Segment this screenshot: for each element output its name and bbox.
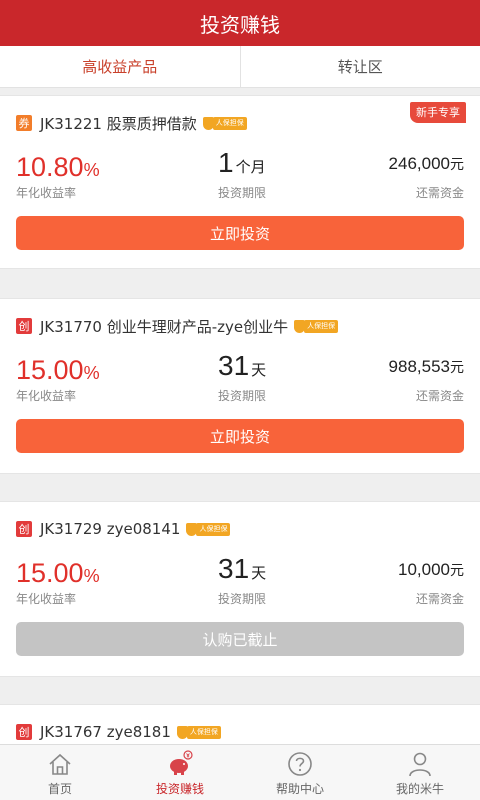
remaining-unit: 元 bbox=[450, 360, 464, 376]
home-icon bbox=[49, 753, 71, 775]
nav-label: 帮助中心 bbox=[275, 782, 324, 796]
remaining-label: 还需资金 bbox=[415, 389, 464, 403]
rate-label: 年化收益率 bbox=[16, 186, 77, 200]
product-title-row: 创 JK31770 创业牛理财产品-zye创业牛 人保担保 bbox=[16, 316, 339, 336]
term-value: 31 bbox=[218, 553, 250, 584]
user-icon bbox=[409, 752, 431, 777]
startup-tag-icon: 创 bbox=[16, 521, 32, 537]
startup-tag-icon: 创 bbox=[16, 318, 32, 334]
insurance-badge: 人保担保 bbox=[186, 522, 231, 536]
product-card[interactable]: 新手专享 券 JK31221 股票质押借款 人保担保 10.80% 年化收益率 … bbox=[0, 95, 480, 269]
coupon-tag-icon: 券 bbox=[16, 115, 32, 131]
invest-now-button[interactable]: 立即投资 bbox=[16, 216, 464, 250]
product-title-row: 券 JK31221 股票质押借款 人保担保 bbox=[16, 113, 247, 133]
annual-rate: 10.80% bbox=[16, 152, 100, 185]
remaining-label: 还需资金 bbox=[415, 186, 464, 200]
product-card[interactable]: 创 JK31767 zye8181 人保担保 bbox=[0, 704, 480, 744]
term-label: 投资期限 bbox=[218, 186, 267, 200]
insurance-label: 人保担保 bbox=[196, 522, 231, 536]
product-tabs: 高收益产品 转让区 bbox=[0, 46, 480, 88]
tab-transfer[interactable]: 转让区 bbox=[239, 46, 480, 87]
product-name: JK31767 zye8181 bbox=[40, 723, 171, 741]
term-value: 1 bbox=[218, 147, 234, 178]
product-name: JK31770 创业牛理财产品-zye创业牛 bbox=[40, 317, 289, 336]
product-name: JK31221 股票质押借款 bbox=[40, 114, 197, 133]
nav-label: 首页 bbox=[47, 782, 72, 796]
term-unit: 天 bbox=[251, 564, 267, 582]
annual-rate: 15.00% bbox=[16, 355, 100, 388]
product-list[interactable]: 新手专享 券 JK31221 股票质押借款 人保担保 10.80% 年化收益率 … bbox=[0, 88, 480, 744]
nav-label: 我的米牛 bbox=[395, 782, 444, 796]
nav-home[interactable]: 首页 bbox=[0, 745, 120, 800]
remaining-funds: 988,553元 bbox=[389, 357, 464, 377]
rate-label: 年化收益率 bbox=[16, 592, 77, 606]
rate-value: 15.00 bbox=[16, 355, 84, 385]
insurance-badge: 人保担保 bbox=[176, 725, 221, 739]
insurance-badge: 人保担保 bbox=[294, 319, 339, 333]
rate-label: 年化收益率 bbox=[16, 389, 77, 403]
piggy-bank-icon bbox=[170, 750, 193, 775]
remaining-unit: 元 bbox=[450, 563, 464, 579]
product-card[interactable]: 创 JK31729 zye08141 人保担保 15.00% 年化收益率 31 天… bbox=[0, 501, 480, 677]
app-header: 投资赚钱 bbox=[0, 0, 480, 46]
annual-rate: 15.00% bbox=[16, 558, 100, 591]
investment-term: 31 天 bbox=[218, 350, 266, 382]
term-unit: 个月 bbox=[235, 158, 266, 176]
page-title: 投资赚钱 bbox=[200, 12, 280, 37]
investment-term: 31 天 bbox=[218, 553, 266, 585]
insurance-label: 人保担保 bbox=[212, 116, 247, 130]
invest-now-button[interactable]: 立即投资 bbox=[16, 419, 464, 453]
term-label: 投资期限 bbox=[218, 389, 267, 403]
remaining-funds: 10,000元 bbox=[398, 560, 464, 580]
nav-label: 投资赚钱 bbox=[155, 782, 204, 796]
nav-profile[interactable]: 我的米牛 bbox=[360, 745, 480, 800]
newbie-badge: 新手专享 bbox=[410, 102, 466, 123]
rate-value: 10.80 bbox=[16, 152, 84, 182]
nav-invest[interactable]: 投资赚钱 bbox=[120, 745, 240, 800]
investment-term: 1 个月 bbox=[218, 147, 266, 179]
product-card[interactable]: 创 JK31770 创业牛理财产品-zye创业牛 人保担保 15.00% 年化收… bbox=[0, 298, 480, 474]
product-title-row: 创 JK31729 zye08141 人保担保 bbox=[16, 519, 231, 539]
rate-unit: % bbox=[83, 160, 100, 180]
bottom-navigation: 首页 投资赚钱 帮助中心 我的米牛 bbox=[0, 744, 480, 800]
remaining-value: 10,000 bbox=[398, 560, 450, 579]
tab-high-yield[interactable]: 高收益产品 bbox=[0, 46, 240, 87]
subscription-closed-button: 认购已截止 bbox=[16, 622, 464, 656]
rate-unit: % bbox=[83, 566, 100, 586]
product-name: JK31729 zye08141 bbox=[40, 520, 181, 538]
term-label: 投资期限 bbox=[218, 592, 267, 606]
help-icon bbox=[288, 752, 312, 776]
term-unit: 天 bbox=[251, 361, 267, 379]
insurance-label: 人保担保 bbox=[186, 725, 221, 739]
remaining-funds: 246,000元 bbox=[389, 154, 464, 174]
remaining-value: 246,000 bbox=[388, 154, 450, 173]
term-value: 31 bbox=[218, 350, 250, 381]
insurance-label: 人保担保 bbox=[304, 319, 339, 333]
remaining-unit: 元 bbox=[450, 157, 464, 173]
insurance-badge: 人保担保 bbox=[202, 116, 247, 130]
startup-tag-icon: 创 bbox=[16, 724, 32, 740]
remaining-value: 988,553 bbox=[388, 357, 450, 376]
remaining-label: 还需资金 bbox=[415, 592, 464, 606]
product-title-row: 创 JK31767 zye8181 人保担保 bbox=[16, 722, 221, 742]
rate-unit: % bbox=[83, 363, 100, 383]
rate-value: 15.00 bbox=[16, 558, 84, 588]
nav-help[interactable]: 帮助中心 bbox=[240, 745, 360, 800]
